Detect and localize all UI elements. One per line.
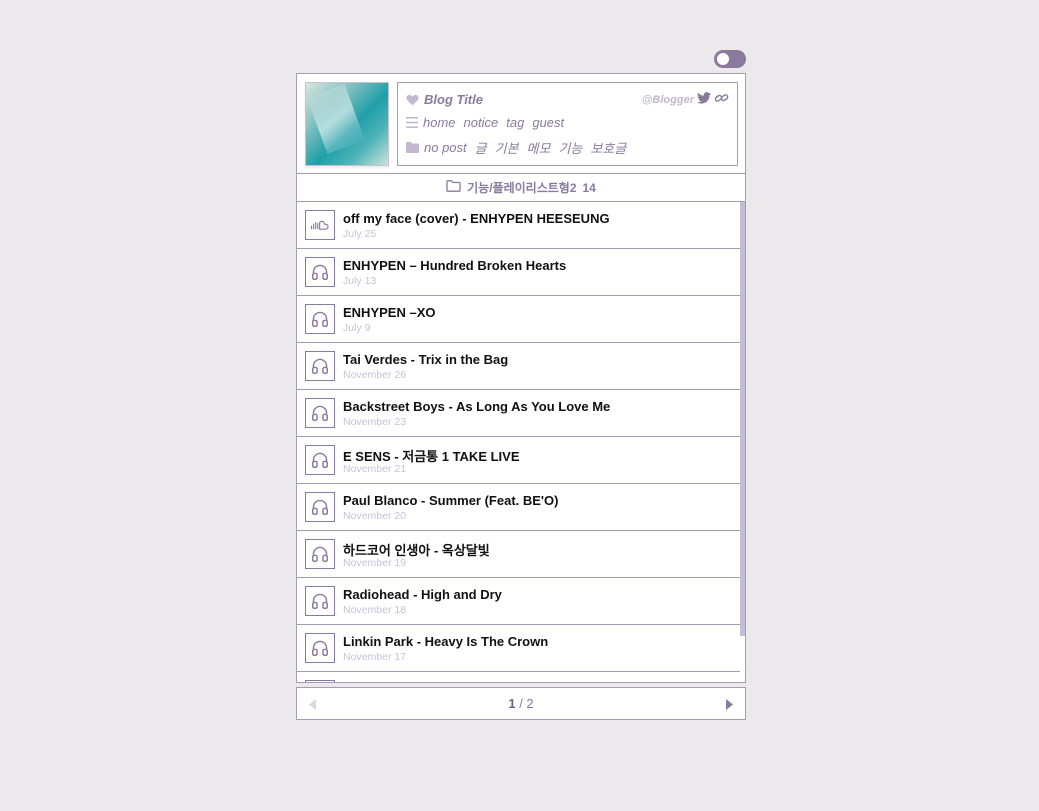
category-memo[interactable]: 메모 (527, 138, 551, 157)
blogger-links: @Blogger (642, 92, 729, 107)
headphones-icon (305, 304, 335, 334)
next-page-icon[interactable] (725, 698, 733, 713)
total-pages: 2 (526, 696, 534, 711)
list-item[interactable]: E SENS - 저금통 1 TAKE LIVE November 21 (297, 437, 740, 484)
category-basic[interactable]: 기본 (495, 138, 519, 157)
item-title[interactable]: Tai Verdes - Trix in the Bag (343, 352, 508, 367)
folder-name: 기능/플레이리스트형2 (467, 181, 577, 195)
headphones-icon (305, 492, 335, 522)
blogger-name[interactable]: @Blogger (642, 94, 694, 106)
link-icon[interactable] (714, 92, 729, 107)
item-date: July 13 (343, 275, 377, 287)
nav-home[interactable]: home (423, 115, 456, 130)
soundcloud-icon (305, 210, 335, 240)
folder-filled-icon (406, 142, 419, 153)
category-protected[interactable]: 보호글 (590, 138, 626, 157)
list-item[interactable]: Backstreet Boys - As Long As You Love Me… (297, 390, 740, 437)
headphones-icon (305, 351, 335, 381)
page-separator: / (515, 696, 527, 711)
item-date: July 25 (343, 228, 377, 240)
item-title[interactable]: Radiohead - High and Dry (343, 587, 502, 602)
blog-header: Blog Title @Blogger home notice tag gues… (297, 74, 745, 174)
headphones-icon (305, 398, 335, 428)
heart-icon (406, 94, 419, 106)
folder-header: 기능/플레이리스트형2 14 (297, 174, 745, 202)
item-date: November 21 (343, 463, 407, 475)
item-title[interactable]: ENHYPEN –XO (343, 305, 435, 320)
list-item-partial[interactable] (297, 672, 740, 682)
folder-count: 14 (582, 180, 596, 195)
list-item[interactable]: ENHYPEN –XO July 9 (297, 296, 740, 343)
category-no-post[interactable]: no post (424, 140, 467, 155)
headphones-icon (305, 680, 335, 682)
item-date: November 19 (343, 557, 407, 569)
category-feature[interactable]: 기능 (558, 138, 582, 157)
category-post[interactable]: 글 (475, 138, 487, 157)
scrollbar[interactable] (740, 202, 745, 636)
list-item[interactable]: Radiohead - High and Dry November 18 (297, 578, 740, 625)
item-title[interactable]: Paul Blanco - Summer (Feat. BE'O) (343, 493, 558, 508)
prev-page-icon[interactable] (309, 698, 317, 713)
nav-tag[interactable]: tag (506, 115, 524, 130)
item-date: November 23 (343, 416, 407, 428)
nav-notice[interactable]: notice (464, 115, 499, 130)
list-item[interactable]: Tai Verdes - Trix in the Bag November 26 (297, 343, 740, 390)
list-item[interactable]: Linkin Park - Heavy Is The Crown November… (297, 625, 740, 672)
blog-profile-image[interactable] (305, 82, 389, 166)
headphones-icon (305, 633, 335, 663)
list-item[interactable]: Paul Blanco - Summer (Feat. BE'O) Novembe… (297, 484, 740, 531)
list-item[interactable]: 하드코어 인생아 - 옥상달빛 November 19 (297, 531, 740, 578)
current-page: 1 (508, 696, 516, 711)
nav-guest[interactable]: guest (532, 115, 564, 130)
toggle-knob (717, 53, 729, 65)
folder-outline-icon (446, 180, 461, 195)
playlist-widget: Blog Title @Blogger home notice tag gues… (296, 73, 746, 683)
twitter-icon[interactable] (697, 92, 711, 107)
item-title[interactable]: Linkin Park - Heavy Is The Crown (343, 634, 548, 649)
post-list: off my face (cover) - ENHYPEN HEESEUNG Ju… (297, 202, 745, 682)
menu-icon (406, 117, 418, 128)
item-title[interactable]: off my face (cover) - ENHYPEN HEESEUNG (343, 211, 610, 226)
pagination: 1 / 2 (296, 687, 746, 720)
item-title[interactable]: Backstreet Boys - As Long As You Love Me (343, 399, 610, 414)
item-date: November 17 (343, 651, 407, 663)
blog-title[interactable]: Blog Title (424, 92, 483, 107)
headphones-icon (305, 257, 335, 287)
headphones-icon (305, 586, 335, 616)
item-date: November 18 (343, 604, 407, 616)
item-title[interactable]: ENHYPEN – Hundred Broken Hearts (343, 258, 566, 273)
theme-toggle[interactable] (714, 50, 746, 68)
item-date: November 26 (343, 369, 407, 381)
list-item[interactable]: ENHYPEN – Hundred Broken Hearts July 13 (297, 249, 740, 296)
headphones-icon (305, 445, 335, 475)
list-item[interactable]: off my face (cover) - ENHYPEN HEESEUNG Ju… (297, 202, 740, 249)
item-date: November 20 (343, 510, 407, 522)
item-date: July 9 (343, 322, 371, 334)
blog-info-box: Blog Title @Blogger home notice tag gues… (397, 82, 738, 166)
headphones-icon (305, 539, 335, 569)
